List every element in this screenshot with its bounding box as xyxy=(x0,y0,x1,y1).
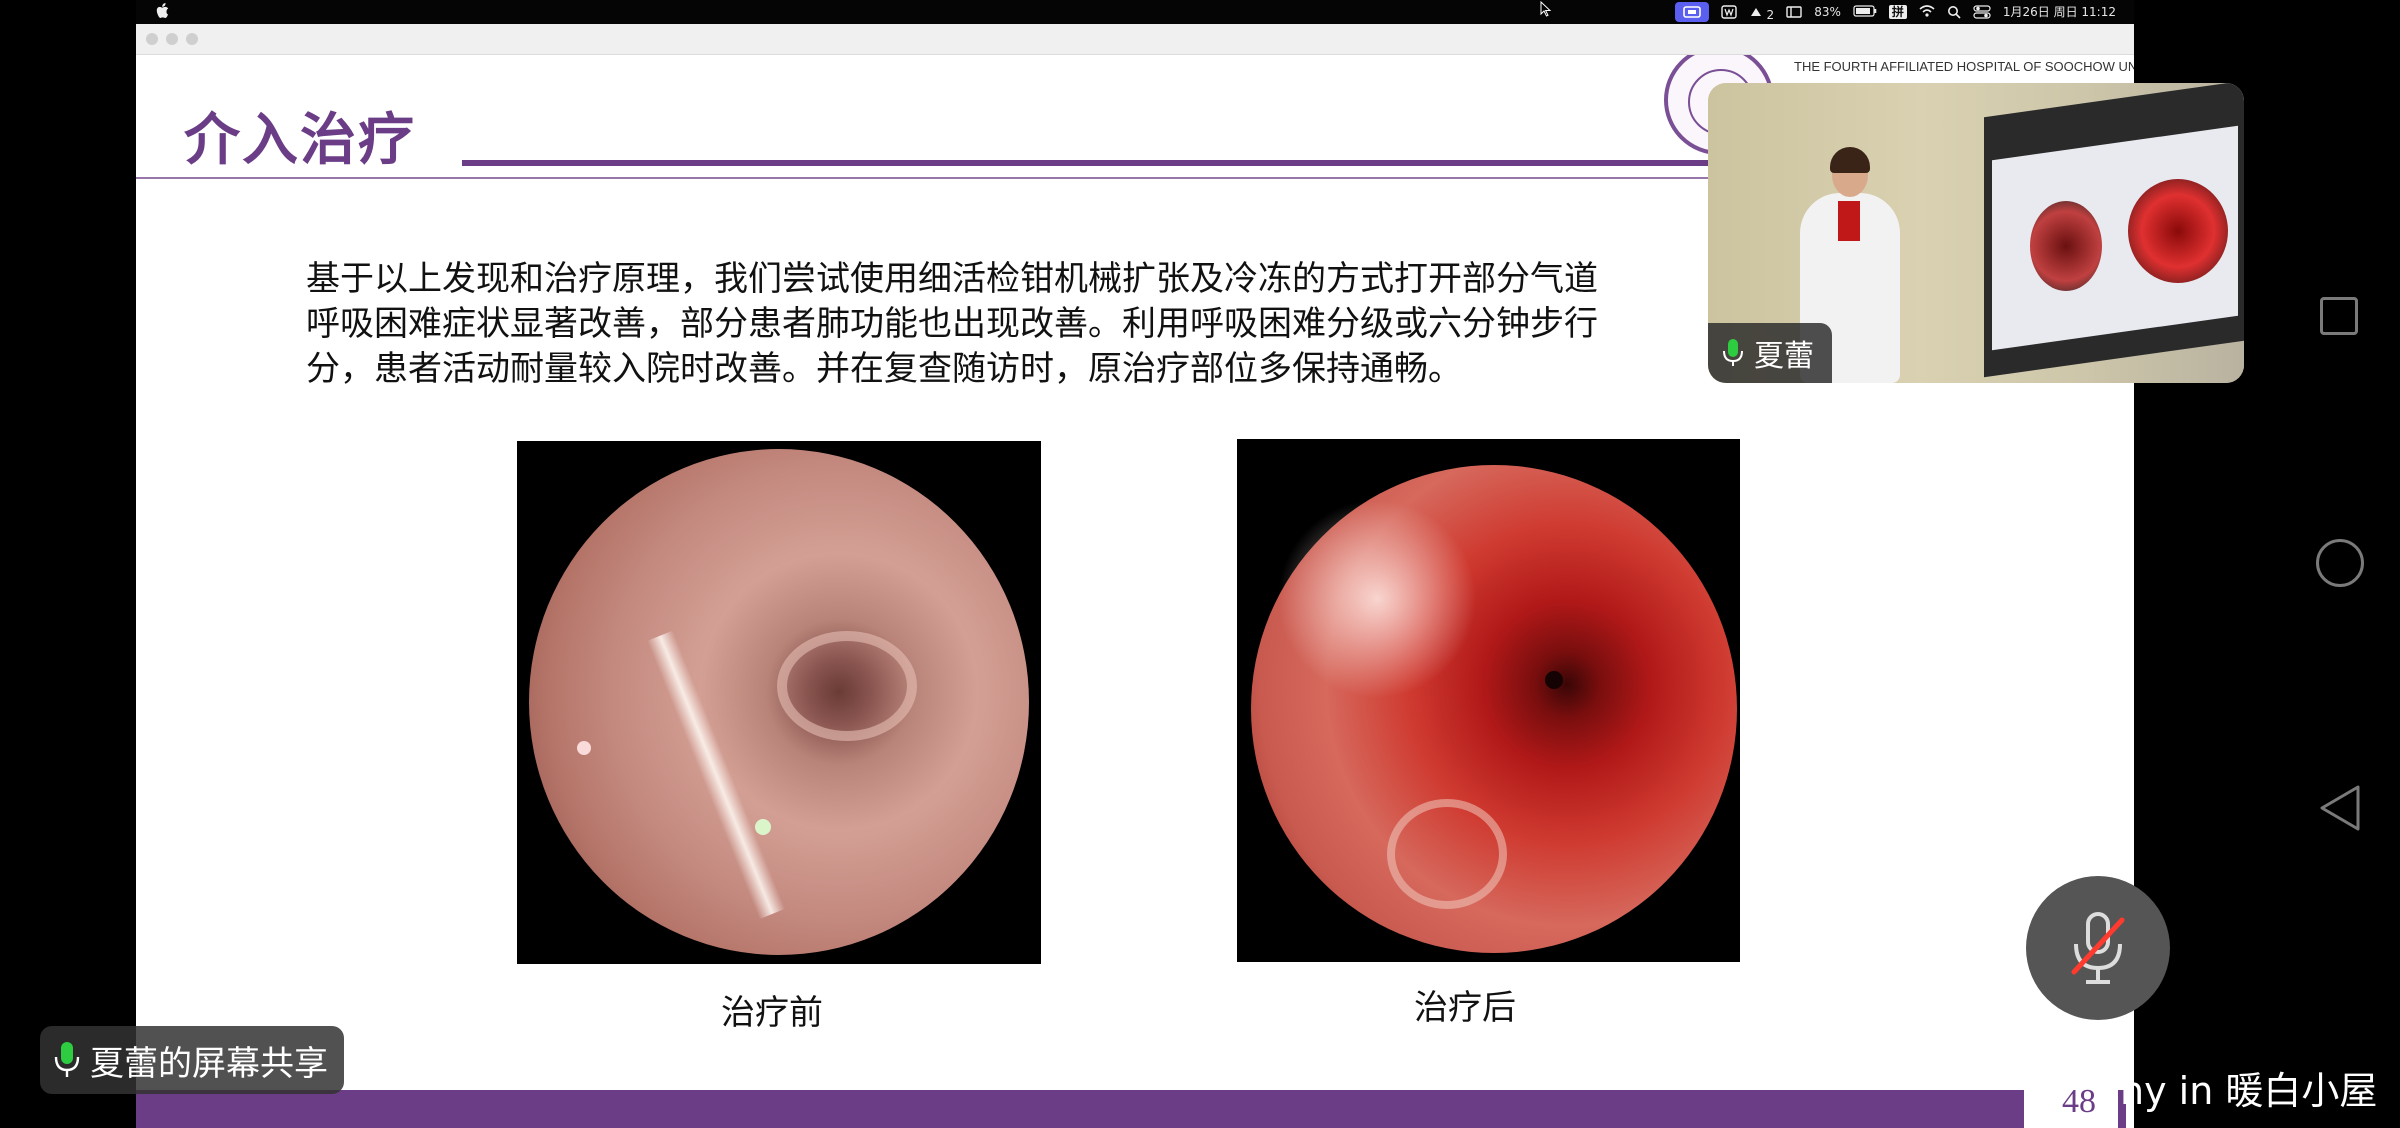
battery-percentage: 83% xyxy=(1814,5,1841,19)
mac-menu-bar: 2 83% 拼 1月26日 周日 11:12 xyxy=(136,0,2134,24)
endoscopy-before-image xyxy=(517,441,1041,964)
page-number: 48 xyxy=(2062,1083,2096,1120)
datetime[interactable]: 1月26日 周日 11:12 xyxy=(2003,5,2116,19)
home-button[interactable] xyxy=(2316,539,2364,587)
wifi-icon[interactable] xyxy=(1919,5,1935,19)
after-caption: 治疗后 xyxy=(1414,988,1516,1028)
apple-icon[interactable] xyxy=(156,3,170,19)
screen-share-status-icon[interactable] xyxy=(1674,2,1709,22)
mic-muted-icon xyxy=(2071,912,2125,984)
control-icon[interactable] xyxy=(1786,5,1802,19)
minimize-window-button[interactable] xyxy=(166,33,178,45)
screen-share-label: 夏蕾的屏幕共享 xyxy=(40,1026,344,1094)
battery-icon[interactable] xyxy=(1853,5,1877,19)
control-center-icon[interactable] xyxy=(1973,5,1991,19)
body-line: 呼吸困难症状显著改善，部分患者肺功能也出现改善。利用呼吸困难分级或六分钟步行 xyxy=(306,304,1598,344)
mic-icon xyxy=(1723,339,1743,366)
mic-icon xyxy=(54,1042,80,1077)
watermark-text: ny in 暖白小屋 xyxy=(2120,1069,2378,1113)
notification-icon[interactable]: 2 xyxy=(1749,5,1775,22)
footer-bar xyxy=(136,1090,2024,1128)
before-caption: 治疗前 xyxy=(721,993,823,1033)
status-bar: 2 83% 拼 1月26日 周日 11:12 xyxy=(1674,0,2116,24)
window-title-bar xyxy=(136,24,2134,55)
body-line: 基于以上发现和治疗原理，我们尝试使用细活检钳机械扩张及冷冻的方式打开部分气道 xyxy=(306,259,1598,299)
notification-count: 2 xyxy=(1766,8,1775,22)
title-underline xyxy=(462,160,1812,166)
mute-microphone-button[interactable] xyxy=(2026,876,2170,1020)
speaker-name-tag: 夏蕾 xyxy=(1708,323,1832,383)
close-window-button[interactable] xyxy=(146,33,158,45)
hospital-english-name: THE FOURTH AFFILIATED HOSPITAL OF SOOCHO… xyxy=(1794,59,2134,74)
mouse-cursor-icon xyxy=(1540,1,1552,17)
slide-title: 介入治疗 xyxy=(184,108,416,173)
zoom-window-button[interactable] xyxy=(186,33,198,45)
search-icon[interactable] xyxy=(1947,5,1961,19)
body-line: 分，患者活动耐量较入院时改善。并在复查随访时，原治疗部位多保持通畅。 xyxy=(306,349,1462,389)
screen-share-text: 夏蕾的屏幕共享 xyxy=(90,1043,328,1084)
speaker-name: 夏蕾 xyxy=(1754,339,1814,374)
endoscopy-after-image xyxy=(1237,439,1740,962)
recents-button[interactable] xyxy=(2320,297,2358,335)
input-method-indicator[interactable]: 拼 xyxy=(1888,5,1907,19)
slide-body-text: 基于以上发现和治疗原理，我们尝试使用细活检钳机械扩张及冷冻的方式打开部分气道 呼… xyxy=(306,257,1866,392)
back-button[interactable] xyxy=(2318,784,2362,832)
wps-icon[interactable] xyxy=(1721,5,1737,19)
